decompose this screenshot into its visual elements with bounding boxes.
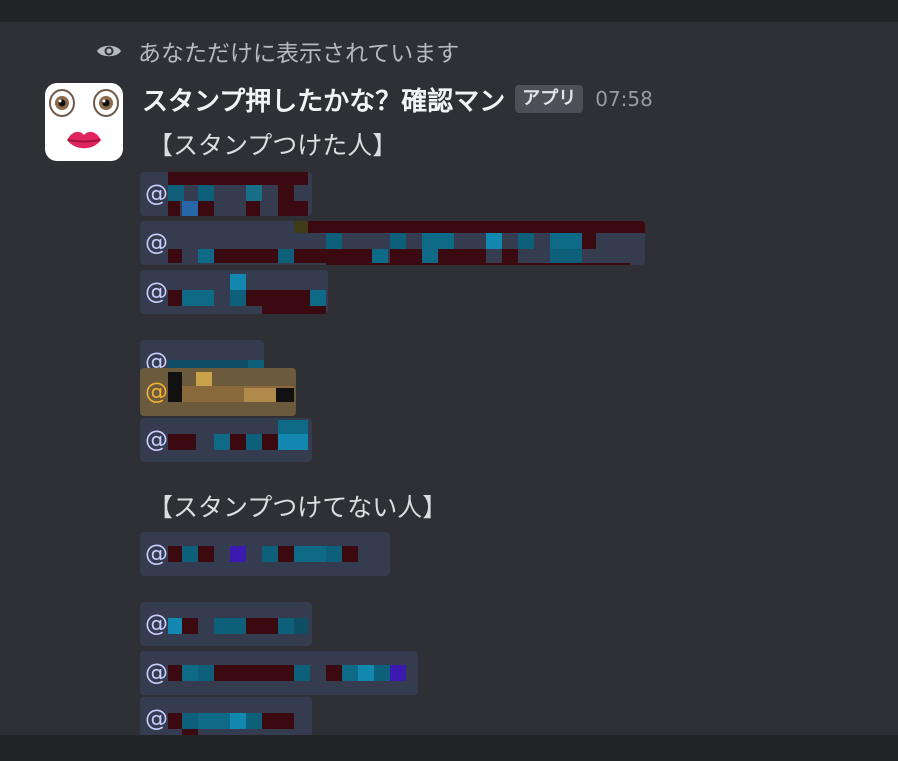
- top-strip: [0, 0, 898, 22]
- user-mention[interactable]: @: [140, 602, 312, 646]
- user-mention[interactable]: @: [140, 651, 418, 695]
- user-mention-highlighted[interactable]: @: [140, 368, 296, 416]
- user-mention[interactable]: @: [140, 270, 328, 314]
- author-name[interactable]: スタンプ押したかな？確認マン: [142, 81, 505, 118]
- mention-at: @: [145, 181, 168, 207]
- mention-at: @: [145, 706, 168, 732]
- redacted-username: [168, 221, 645, 265]
- user-mention[interactable]: @: [140, 221, 645, 265]
- redacted-username: [168, 172, 308, 216]
- face-eyes-lips-icon: [49, 89, 119, 149]
- avatar[interactable]: [45, 83, 123, 161]
- redacted-username: [168, 274, 326, 314]
- section-heading-not-reacted: 【スタンプつけてない人】: [148, 493, 448, 522]
- mention-at: @: [145, 611, 168, 637]
- redacted-username: [168, 420, 308, 450]
- redacted-username: [168, 665, 406, 681]
- mention-at: @: [145, 427, 168, 453]
- mention-at: @: [145, 230, 168, 256]
- redacted-username: [168, 546, 358, 562]
- user-mention[interactable]: @: [140, 532, 390, 576]
- ephemeral-notice: あなただけに表示されています: [96, 36, 460, 67]
- mention-at: @: [145, 379, 168, 405]
- message-header: スタンプ押したかな？確認マン アプリ 07:58: [142, 80, 653, 118]
- eye-icon: [97, 45, 121, 57]
- timestamp: 07:58: [595, 87, 653, 111]
- mention-at: @: [145, 660, 168, 686]
- message: あなただけに表示されています スタンプ押したかな？確認マン アプリ 07:58 …: [0, 22, 898, 741]
- user-mention[interactable]: @: [140, 172, 312, 216]
- app-badge: アプリ: [515, 85, 584, 113]
- redacted-username: [168, 372, 294, 402]
- ephemeral-text: あなただけに表示されています: [138, 41, 460, 67]
- bottom-strip: [0, 735, 898, 761]
- section-heading-reacted: 【スタンプつけた人】: [148, 131, 398, 160]
- user-mention[interactable]: @: [140, 418, 312, 462]
- mention-at: @: [145, 541, 168, 567]
- redacted-username: [168, 618, 308, 634]
- mention-at: @: [145, 279, 168, 305]
